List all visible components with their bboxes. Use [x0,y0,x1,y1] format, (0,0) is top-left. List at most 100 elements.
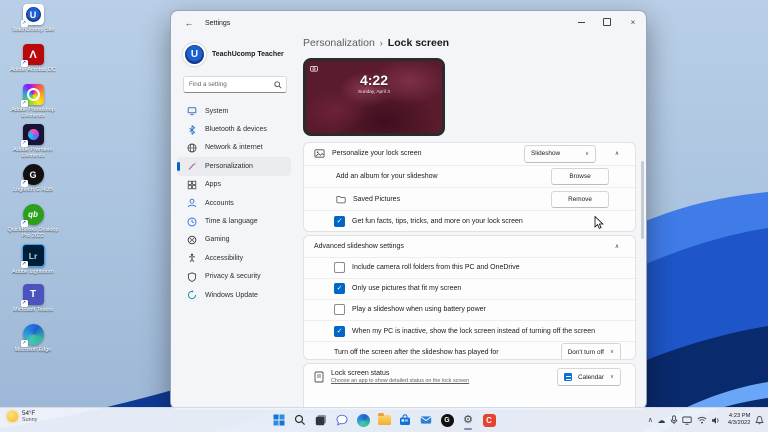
weather-widget[interactable]: 54°F Sunny [7,410,37,423]
sidebar-item-bluetooth-devices[interactable]: Bluetooth & devices [177,120,291,138]
tray-chevron-up-icon[interactable]: ∧ [648,416,653,424]
fun-facts-checkbox[interactable] [334,216,345,228]
settings-window: ← Settings × U TeachUcomp Teacher Find a… [170,10,647,410]
teams-icon: T ↗ [20,284,44,307]
task-view-icon [315,415,326,426]
album-row: Add an album for your slideshow Browse [304,164,635,188]
clock-date: 4/3/2022 [727,420,751,426]
search-input[interactable]: Find a setting [183,76,287,93]
sidebar-item-system[interactable]: System [177,102,291,120]
file-explorer-button[interactable] [375,410,393,430]
onedrive-cloud-icon[interactable]: ☁ [657,416,665,425]
taskbar-center-icons: G ⚙ C [270,408,498,432]
mail-button[interactable] [417,410,435,430]
lock-screen-image-icon [314,149,325,158]
collapse-advanced-button[interactable]: ∧ [609,238,625,254]
desktop-icon-teams[interactable]: T ↗ Microsoft Teams [4,284,62,321]
remove-button[interactable]: Remove [551,190,609,208]
turn-off-dropdown[interactable]: Don't turn off ∨ [560,343,621,359]
sidebar-item-time-language[interactable]: Time & language [177,212,291,230]
mouse-cursor [594,216,604,229]
edge-button[interactable] [354,410,372,430]
shortcut-arrow-icon: ↗ [20,140,28,147]
battery-power-checkbox[interactable] [334,304,345,316]
store-icon [400,414,410,425]
apps-grid-icon [187,180,197,189]
desktop-icon-edge[interactable]: ↗ Microsoft Edge [4,324,62,361]
shortcut-arrow-icon: ↗ [20,340,28,347]
desktop-icon-acrobat[interactable]: Λ ↗ Adobe Acrobat DC [4,44,62,81]
sidebar-item-apps[interactable]: Apps [177,176,291,194]
lock-screen-preview: 4:22 Sunday, April 3 [303,58,445,136]
notification-bell-icon[interactable] [755,415,764,425]
quickbooks-icon: qb ↗ [20,204,44,227]
network-wifi-icon[interactable] [697,416,707,424]
turn-off-screen-row: Turn off the screen after the slideshow … [304,341,635,359]
person-icon [188,198,196,208]
camera-roll-checkbox[interactable] [334,262,345,274]
microphone-icon[interactable] [670,415,678,425]
task-view-button[interactable] [312,410,330,430]
settings-button[interactable]: ⚙ [459,410,477,430]
shortcut-arrow-icon: ↗ [20,220,28,227]
desktop-icon-lightroom[interactable]: Lr ↗ Adobe Lightroom [4,244,62,281]
camtasia-button[interactable]: C [480,410,498,430]
desktop-icon-photoshop-elements[interactable]: ↗ Adobe Photoshop Elements [4,84,62,121]
advanced-header-row: Advanced slideshow settings ∧ [304,236,635,257]
sidebar-item-windows-update[interactable]: Windows Update [177,286,291,304]
sidebar-item-network-internet[interactable]: Network & internet [177,139,291,157]
folder-icon [336,195,346,203]
pc-inactive-checkbox[interactable] [334,325,345,337]
ghub-button[interactable]: G [438,410,456,430]
shortcut-arrow-icon: ↗ [20,300,28,307]
store-button[interactable] [396,410,414,430]
brush-icon [188,162,196,171]
saved-pictures-row: Saved Pictures Remove [304,187,635,210]
sidebar-item-accounts[interactable]: Accounts [177,194,291,212]
edge-icon [356,413,370,427]
sidebar-item-privacy-security[interactable]: Privacy & security [177,268,291,286]
lock-screen-status-card: Lock screen status Choose an app to show… [303,363,636,409]
user-account[interactable]: U TeachUcomp Teacher [183,43,297,66]
shortcut-arrow-icon: ↗ [20,20,28,27]
volume-icon[interactable] [711,416,720,425]
teachucomp-icon: U ↗ [20,4,44,27]
display-icon[interactable] [682,416,693,425]
fun-facts-row: Get fun facts, tips, tricks, and more on… [304,210,635,231]
personalize-dropdown[interactable]: Slideshow ∨ [524,144,596,163]
desktop-icon-ghub[interactable]: G ↗ Logitech G HUB [4,164,62,201]
photoshop-elements-icon: ↗ [20,84,44,107]
lock-status-icon [314,371,324,383]
back-button[interactable]: ← [179,14,199,32]
browse-button[interactable]: Browse [551,168,609,186]
avatar: U [183,43,206,66]
collapse-personalize-button[interactable]: ∧ [609,146,625,162]
desktop-icon-teachucomp[interactable]: U ↗ TeachUcomp Site [4,4,62,41]
start-button[interactable] [270,410,288,430]
accessibility-icon [189,253,195,263]
chat-button[interactable] [333,410,351,430]
xbox-icon [187,235,197,245]
status-app-dropdown[interactable]: Calendar ∨ [557,368,621,386]
taskbar: 54°F Sunny G ⚙ C ∧ ☁ 4:23 PM 4/3/2022 [0,407,768,432]
picture-info-icon [310,66,318,72]
scrollbar[interactable] [641,161,644,239]
search-placeholder: Find a setting [189,81,227,88]
breadcrumb-personalization[interactable]: Personalization [303,37,375,49]
desktop-icon-quickbooks[interactable]: qb ↗ QuickBooks Desktop Pro 2022 [4,204,62,241]
breadcrumb: Personalization › Lock screen [303,37,449,49]
sidebar-item-personalization[interactable]: Personalization [177,157,291,176]
search-button[interactable] [291,410,309,430]
status-subtitle-link[interactable]: Choose an app to show detailed status on… [331,378,550,384]
battery-power-row: Play a slideshow when using battery powe… [304,298,635,320]
sidebar-item-gaming[interactable]: Gaming [177,231,291,249]
sidebar-item-accessibility[interactable]: Accessibility [177,249,291,267]
desktop-icon-premiere-elements[interactable]: ↗ Adobe Premiere Elements [4,124,62,161]
status-row: Lock screen status Choose an app to show… [304,364,635,390]
shortcut-arrow-icon: ↗ [20,261,28,268]
monitor-icon [187,107,197,116]
taskbar-clock[interactable]: 4:23 PM 4/3/2022 [728,413,751,427]
fit-screen-checkbox[interactable] [334,283,345,295]
preview-date: Sunday, April 3 [358,90,390,95]
personalize-row: Personalize your lock screen Slideshow ∨… [304,143,635,165]
